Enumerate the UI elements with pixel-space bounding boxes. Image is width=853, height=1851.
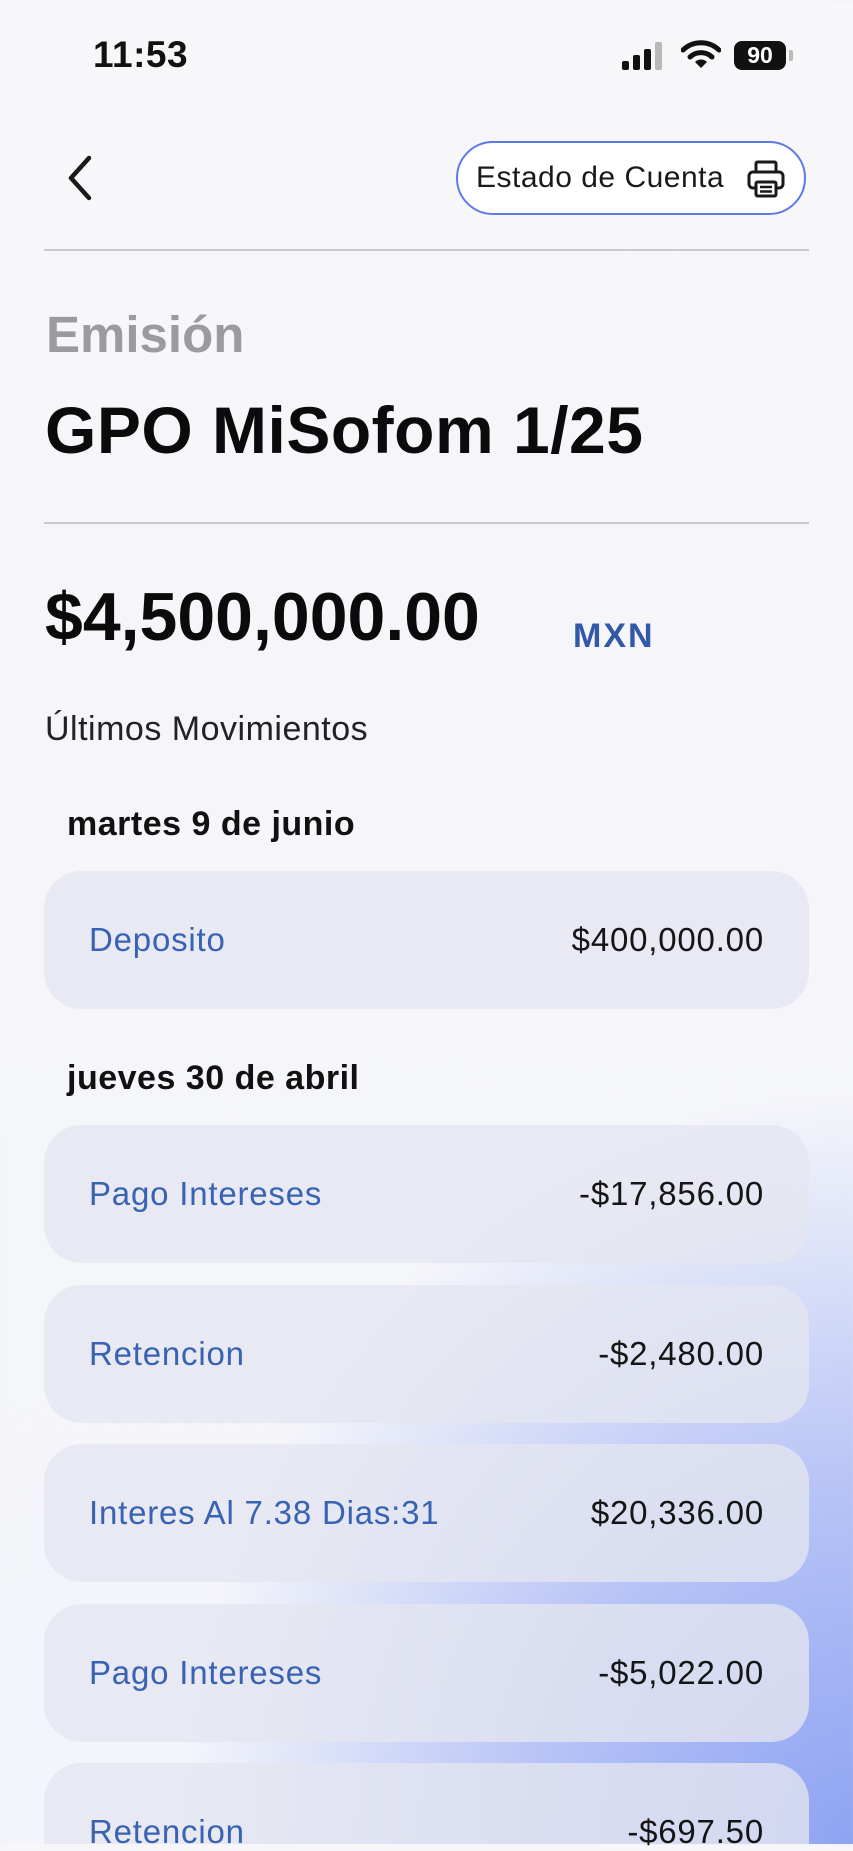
transaction-amount: -$697.50 — [627, 1813, 764, 1850]
transaction-amount: $20,336.00 — [590, 1494, 764, 1531]
cellular-signal-icon — [622, 42, 666, 70]
page-title: GPO MiSofom 1/25 — [45, 393, 644, 467]
battery-indicator: 90 — [734, 41, 786, 70]
battery-cap — [789, 50, 793, 61]
balance-amount: $4,500,000.00 — [45, 579, 480, 655]
status-bar: 11:53 90 — [0, 0, 853, 110]
title-divider — [44, 522, 809, 524]
date-header: martes 9 de junio — [67, 805, 356, 843]
transaction-description: Deposito — [89, 921, 226, 958]
currency-label: MXN — [573, 617, 655, 655]
transaction-row[interactable]: Pago Intereses -$5,022.00 — [44, 1604, 809, 1742]
transaction-row[interactable]: Interes Al 7.38 Dias:31 $20,336.00 — [44, 1444, 809, 1582]
emission-label: Emisión — [46, 306, 245, 363]
status-time: 11:53 — [93, 34, 189, 75]
transaction-amount: $400,000.00 — [571, 921, 764, 958]
movements-heading: Últimos Movimientos — [45, 710, 369, 748]
transaction-row[interactable]: Deposito $400,000.00 — [44, 871, 809, 1009]
transaction-amount: -$2,480.00 — [598, 1335, 764, 1372]
wifi-icon — [681, 40, 721, 68]
account-statement-label: Estado de Cuenta — [476, 161, 725, 194]
printer-icon — [747, 160, 785, 198]
account-statement-button[interactable]: Estado de Cuenta — [456, 141, 806, 215]
transaction-description: Pago Intereses — [89, 1175, 323, 1212]
transaction-description: Retencion — [89, 1335, 245, 1372]
transaction-row[interactable]: Retencion -$2,480.00 — [44, 1285, 809, 1423]
transaction-description: Retencion — [89, 1813, 245, 1850]
transaction-description: Interes Al 7.38 Dias:31 — [89, 1494, 440, 1531]
chevron-left-icon — [68, 155, 92, 201]
transaction-row[interactable]: Pago Intereses -$17,856.00 — [44, 1125, 809, 1263]
back-button[interactable] — [58, 152, 102, 204]
date-header: jueves 30 de abril — [67, 1059, 360, 1097]
transaction-amount: -$17,856.00 — [579, 1175, 764, 1212]
transaction-row[interactable]: Retencion -$697.50 — [44, 1763, 809, 1850]
transaction-amount: -$5,022.00 — [598, 1654, 764, 1691]
header-divider — [44, 249, 809, 251]
transaction-description: Pago Intereses — [89, 1654, 323, 1691]
